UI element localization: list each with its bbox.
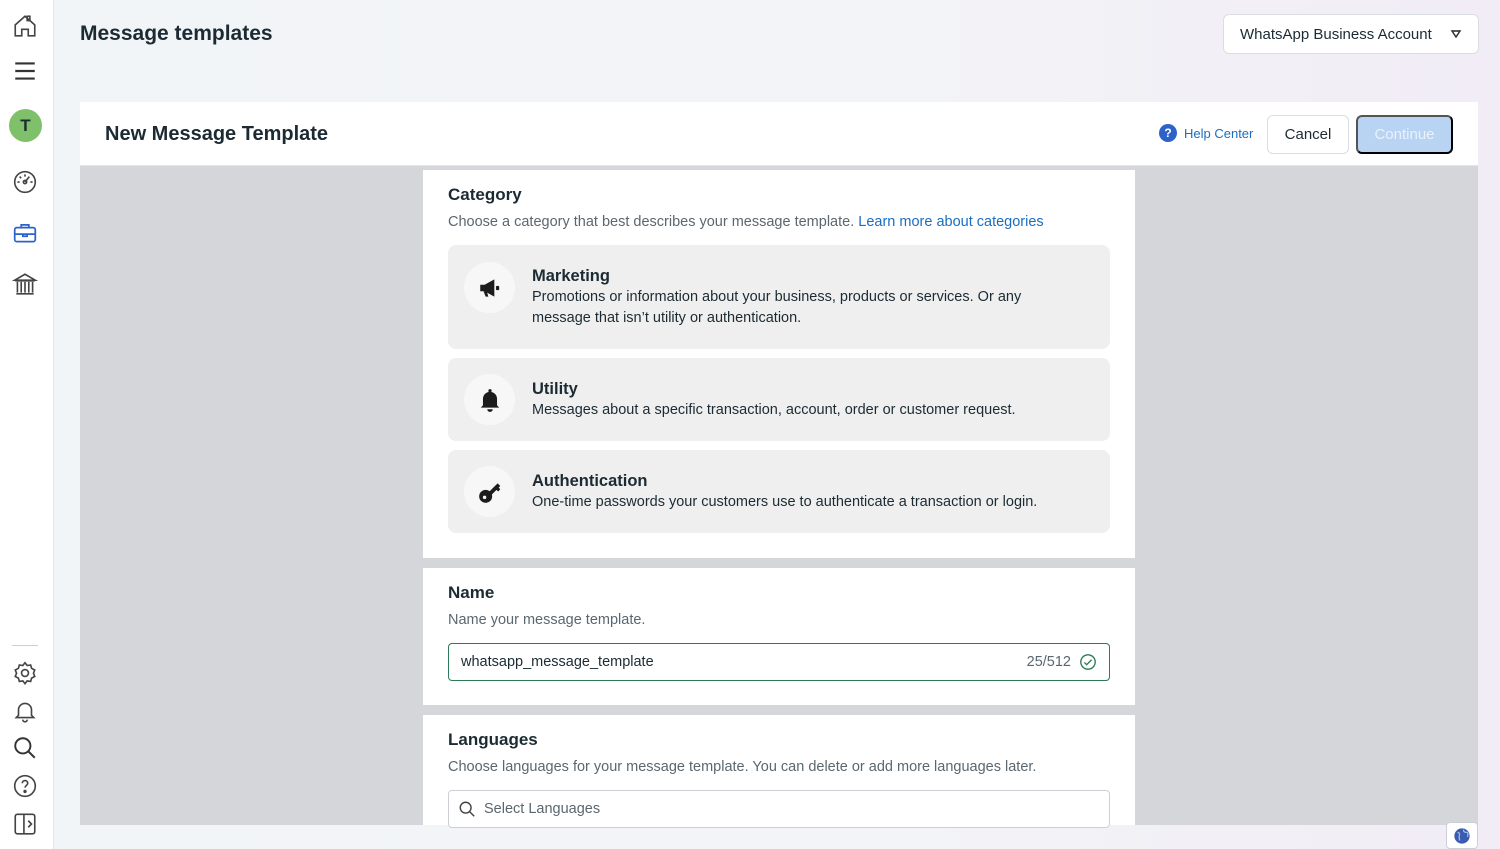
languages-placeholder: Select Languages (484, 801, 601, 817)
help-center-label: Help Center (1184, 125, 1254, 141)
category-option-utility[interactable]: Utility Messages about a specific transa… (448, 358, 1110, 441)
dashboard-icon[interactable] (10, 167, 40, 197)
languages-card: Languages Choose languages for your mess… (423, 715, 1135, 828)
character-count: 25/512 (1026, 654, 1071, 670)
option-title: Utility (532, 380, 578, 398)
sidebar-toggle-icon[interactable] (10, 809, 40, 839)
cancel-button[interactable]: Cancel (1267, 115, 1349, 154)
check-circle-icon (1080, 654, 1096, 670)
search-icon (459, 801, 475, 817)
learn-more-link[interactable]: Learn more about categories (858, 214, 1043, 230)
home-icon[interactable] (10, 11, 40, 41)
option-description: Messages about a specific transaction, a… (532, 402, 1016, 418)
search-icon[interactable] (10, 733, 40, 763)
languages-search-input[interactable]: Select Languages (448, 790, 1110, 828)
template-name-input[interactable]: whatsapp_message_template 25/512 (448, 643, 1110, 681)
account-select-label: WhatsApp Business Account (1240, 25, 1432, 43)
page-title: Message templates (80, 22, 273, 45)
chevron-down-icon (1450, 30, 1462, 39)
category-option-authentication[interactable]: Authentication One-time passwords your c… (448, 450, 1110, 533)
name-description: Name your message template. (448, 612, 646, 628)
template-name-value: whatsapp_message_template (461, 654, 654, 670)
key-icon (464, 466, 515, 517)
globe-button[interactable] (1446, 822, 1478, 849)
languages-description: Choose languages for your message templa… (448, 759, 1037, 775)
option-title: Marketing (532, 267, 610, 285)
category-description: Choose a category that best describes yo… (448, 214, 1044, 230)
panel-title: New Message Template (105, 123, 329, 145)
main-panel: New Message Template ? Help Center Cance… (80, 102, 1478, 828)
category-title: Category (448, 185, 522, 204)
bell-icon[interactable] (10, 696, 40, 726)
category-option-marketing[interactable]: Marketing Promotions or information abou… (448, 245, 1110, 349)
question-icon: ? (1159, 124, 1177, 142)
option-description: One-time passwords your customers use to… (532, 494, 1038, 510)
left-rail: T (0, 0, 54, 849)
help-icon[interactable] (10, 771, 40, 801)
menu-icon[interactable] (10, 56, 40, 86)
languages-title: Languages (448, 730, 538, 749)
continue-button[interactable]: Continue (1356, 115, 1453, 154)
name-title: Name (448, 583, 495, 602)
name-card: Name Name your message template. whatsap… (423, 568, 1135, 705)
globe-icon (1454, 827, 1470, 844)
account-select[interactable]: WhatsApp Business Account (1223, 14, 1479, 54)
rail-divider (12, 645, 38, 646)
panel-header: New Message Template ? Help Center Cance… (80, 102, 1478, 166)
bell-icon (464, 374, 515, 425)
bank-icon[interactable] (10, 269, 40, 299)
gear-icon[interactable] (10, 658, 40, 688)
option-title: Authentication (532, 472, 648, 490)
option-description: Promotions or information about your bus… (532, 289, 1022, 326)
category-card: Category Choose a category that best des… (423, 170, 1135, 558)
avatar[interactable]: T (9, 109, 42, 142)
megaphone-icon (464, 262, 515, 313)
help-center-link[interactable]: ? Help Center (1159, 124, 1253, 142)
briefcase-icon[interactable] (10, 218, 40, 248)
